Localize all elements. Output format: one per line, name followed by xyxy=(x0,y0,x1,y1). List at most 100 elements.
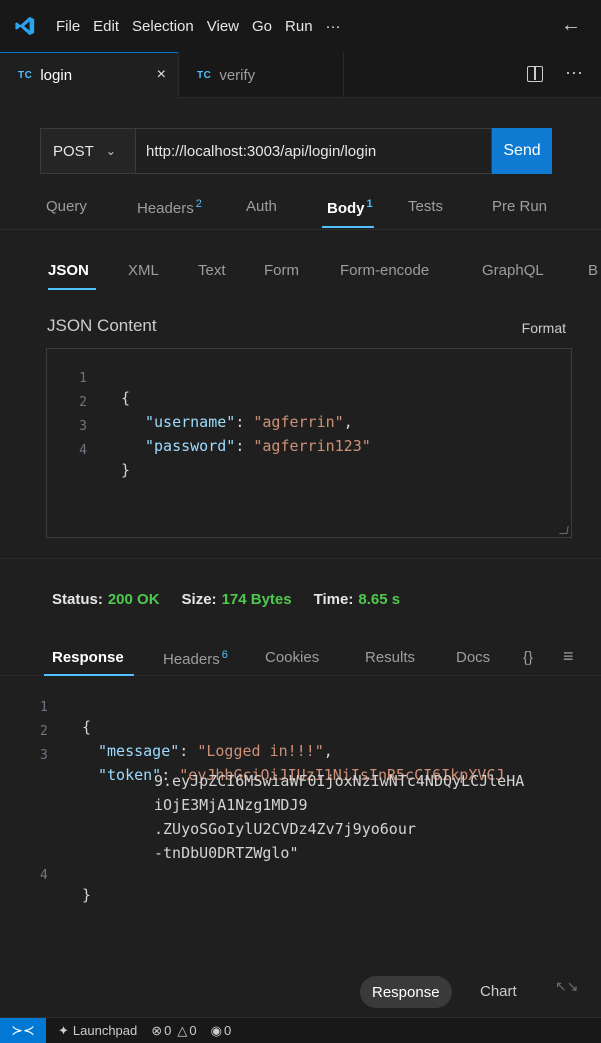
request-url-row: POST ⌄ Send xyxy=(40,128,552,174)
view-response-button[interactable]: Response xyxy=(360,976,452,1008)
ports-count: 0 xyxy=(223,1023,232,1038)
tab-pre-run[interactable]: Pre Run xyxy=(492,198,547,215)
json-separator: : xyxy=(179,742,198,760)
code-text: { xyxy=(121,389,131,407)
problems-item[interactable]: ⊗ 0 △ 0 xyxy=(151,1023,196,1039)
code-line: 2 "username": "agferrin", xyxy=(47,377,353,431)
code-text: "password": "agferrin123" xyxy=(145,437,371,455)
response-tabs: Response Headers 6 Cookies Results Docs {… xyxy=(0,642,601,676)
tab-response-headers[interactable]: Headers 6 xyxy=(163,649,228,668)
menu-go[interactable]: Go xyxy=(252,18,272,35)
line-number: 4 xyxy=(40,868,48,883)
tab-body[interactable]: Body 1 xyxy=(327,198,373,217)
error-count: 0 xyxy=(164,1023,172,1038)
tab-label: login xyxy=(40,67,73,84)
resize-handle-icon[interactable] xyxy=(559,526,569,534)
size-value: 174 Bytes xyxy=(221,591,292,608)
headers-count-badge: 2 xyxy=(195,198,202,210)
tab-headers-label: Headers xyxy=(163,651,220,668)
json-key: "message" xyxy=(98,742,180,760)
tab-xml[interactable]: XML xyxy=(128,262,159,279)
menu-view[interactable]: View xyxy=(207,18,239,35)
menu-more[interactable]: ··· xyxy=(326,18,341,35)
code-text: } xyxy=(82,886,92,904)
json-key: "username" xyxy=(145,413,236,431)
menu-selection[interactable]: Selection xyxy=(132,18,194,35)
time-value: 8.65 s xyxy=(358,591,401,608)
title-bar: File Edit Selection View Go Run ··· ← xyxy=(0,0,601,52)
code-wrap-line: iOjE3MjA1Nzg1MDJ9 xyxy=(0,778,308,814)
line-number: 3 xyxy=(40,748,48,763)
tab-headers[interactable]: Headers 2 xyxy=(137,198,202,217)
method-select[interactable]: POST ⌄ xyxy=(40,128,136,174)
json-value-wrap: .ZUyoSGoIylU2CVDz4Zv7j9yo6our xyxy=(154,820,416,838)
tab-body-label: Body xyxy=(327,200,365,217)
tab-label: verify xyxy=(219,66,256,84)
tab-cookies[interactable]: Cookies xyxy=(265,649,319,666)
response-body: 1 { 2 "message": "Logged in!!!", 3 "toke… xyxy=(0,680,601,904)
status-bar: ≻≺ ✦ Launchpad ⊗ 0 △ 0 ◉ 0 xyxy=(0,1017,601,1043)
line-number: 2 xyxy=(40,724,48,739)
thunder-client-badge: TC xyxy=(197,69,212,81)
launchpad-item[interactable]: ✦ Launchpad xyxy=(58,1023,137,1039)
tab-auth[interactable]: Auth xyxy=(246,198,277,215)
json-value-wrap: -tnDbU0DRTZWglo" xyxy=(154,844,299,862)
tab-binary[interactable]: B xyxy=(588,262,598,279)
code-line: 1 { xyxy=(0,682,91,736)
active-tab-indicator xyxy=(322,226,374,228)
menu-file[interactable]: File xyxy=(56,18,80,35)
active-tab-indicator xyxy=(48,288,96,290)
menu-run[interactable]: Run xyxy=(285,18,313,35)
tab-results[interactable]: Results xyxy=(365,649,415,666)
code-wrap-line: -tnDbU0DRTZWglo" xyxy=(0,826,299,862)
view-chart-button[interactable]: Chart xyxy=(480,983,517,1000)
format-button[interactable]: Format xyxy=(522,320,566,336)
warning-count: 0 xyxy=(189,1023,197,1038)
hamburger-menu-icon[interactable]: ≡ xyxy=(563,646,574,667)
expand-icon[interactable]: ↖↘ xyxy=(555,978,578,995)
tab-response[interactable]: Response xyxy=(52,649,124,666)
rocket-icon: ✦ xyxy=(58,1022,69,1038)
json-value-wrap: 9.eyJpZCI6MSwiaWF0IjoxNzIwNTc4NDQyLCJleH… xyxy=(154,772,525,790)
remote-indicator-icon[interactable]: ≻≺ xyxy=(0,1017,46,1043)
tab-login[interactable]: TC login × xyxy=(0,52,178,98)
code-text: } xyxy=(121,461,131,479)
tab-tests[interactable]: Tests xyxy=(408,198,443,215)
split-editor-icon[interactable] xyxy=(527,66,543,82)
more-actions-icon[interactable]: ··· xyxy=(565,62,583,83)
json-comma: , xyxy=(323,742,333,760)
send-button[interactable]: Send xyxy=(492,128,552,174)
tab-verify[interactable]: TC verify xyxy=(178,52,344,98)
chevron-down-icon: ⌄ xyxy=(105,144,116,158)
menu-edit[interactable]: Edit xyxy=(93,18,119,35)
code-wrap-line: .ZUyoSGoIylU2CVDz4Zv7j9yo6our xyxy=(0,802,416,838)
error-icon: ⊗ xyxy=(151,1022,163,1038)
close-icon[interactable]: × xyxy=(157,66,166,84)
headers-count-badge: 6 xyxy=(221,649,228,661)
tab-text[interactable]: Text xyxy=(198,262,226,279)
json-value: "agferrin" xyxy=(253,413,344,431)
code-wrap-line: 9.eyJpZCI6MSwiaWF0IjoxNzIwNTc4NDQyLCJleH… xyxy=(0,754,524,790)
tab-headers-label: Headers xyxy=(137,200,194,217)
vscode-logo-icon xyxy=(15,16,35,36)
braces-icon[interactable]: {} xyxy=(523,649,533,666)
response-status: Status: 200 OK Size: 174 Bytes Time: 8.6… xyxy=(52,591,422,608)
tab-graphql[interactable]: GraphQL xyxy=(482,262,544,279)
tab-json[interactable]: JSON xyxy=(48,262,89,279)
status-label: Status: xyxy=(52,591,103,608)
back-arrow-icon[interactable]: ← xyxy=(561,14,581,37)
tab-query[interactable]: Query xyxy=(46,198,87,215)
url-input[interactable] xyxy=(136,128,492,174)
request-tabs: Query Headers 2 Auth Body 1 Tests Pre Run xyxy=(0,190,601,230)
json-key: "token" xyxy=(98,766,162,784)
json-editor[interactable]: 1 { 2 "username": "agferrin", 3 "passwor… xyxy=(46,348,572,538)
ports-item[interactable]: ◉ 0 xyxy=(211,1023,232,1039)
tab-form[interactable]: Form xyxy=(264,262,299,279)
code-text: "message": "Logged in!!!", xyxy=(98,742,333,760)
time-label: Time: xyxy=(313,591,354,608)
tab-form-encode[interactable]: Form-encode xyxy=(340,262,429,279)
code-line: 3 "token": "eyJhbGciOiJIUzI1NiIsInR5cCI6… xyxy=(0,730,504,784)
size-label: Size: xyxy=(181,591,217,608)
tab-docs[interactable]: Docs xyxy=(456,649,490,666)
editor-tab-bar: TC login × TC verify ··· xyxy=(0,52,601,98)
